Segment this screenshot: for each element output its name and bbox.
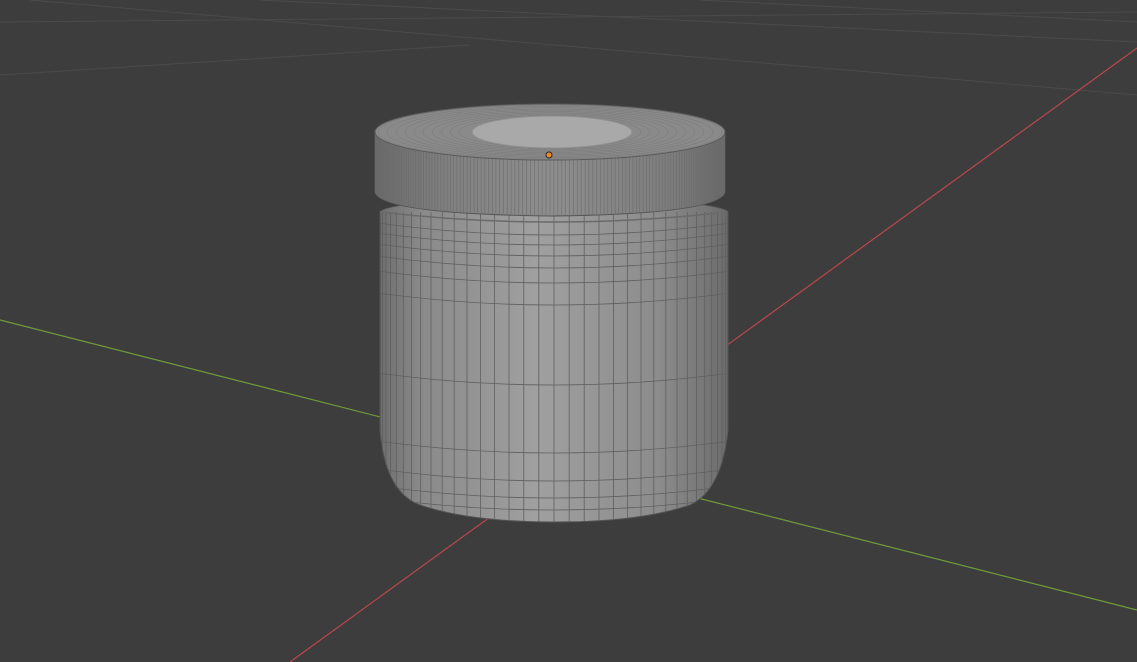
grid-line (29, 0, 1137, 96)
jar-cap[interactable] (374, 103, 726, 220)
jar-mesh[interactable] (370, 197, 738, 530)
grid-line (0, 44, 471, 76)
floor-grid (0, 0, 1137, 96)
object-origin-icon[interactable] (545, 151, 553, 159)
viewport-canvas[interactable] (0, 0, 1137, 662)
3d-viewport[interactable] (0, 0, 1137, 662)
cap-top-inset (471, 115, 633, 149)
grid-line (699, 0, 1137, 23)
grid-line (259, 0, 1137, 43)
